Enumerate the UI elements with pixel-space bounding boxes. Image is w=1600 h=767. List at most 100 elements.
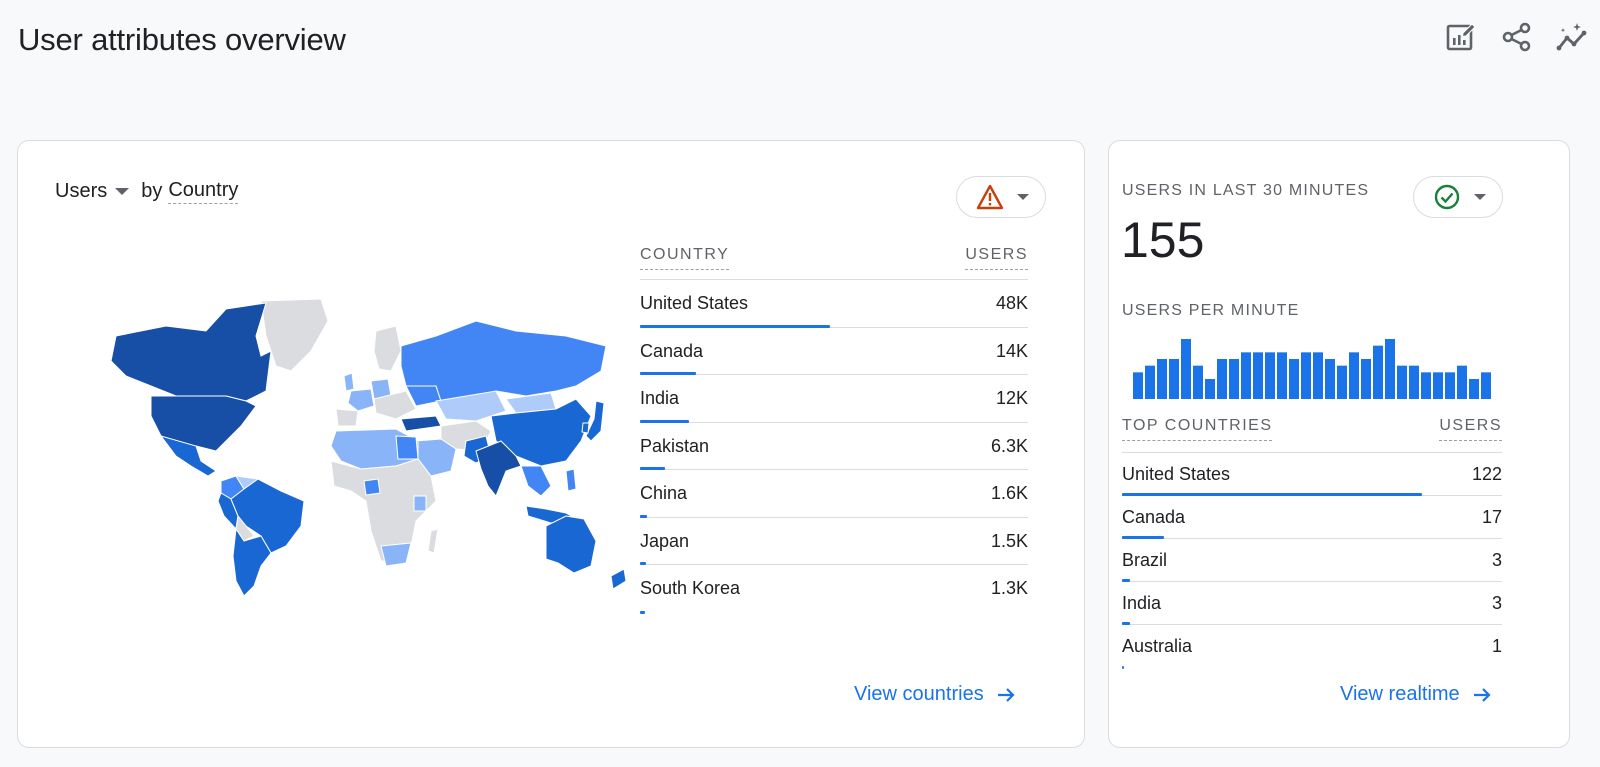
chart-bar[interactable] [1445,372,1455,399]
user-count: 1.6K [990,483,1028,503]
user-count: 1.5K [990,530,1028,551]
chart-bar[interactable] [1457,365,1467,399]
by-label: by [141,180,163,202]
column-header-users[interactable]: USERS [965,246,1028,270]
chart-bar[interactable] [1313,352,1323,399]
table-row[interactable]: Canada 14K [640,328,1028,375]
table-row[interactable]: Pakistan 6.3K [640,423,1028,470]
country-name: Brazil [1122,550,1168,570]
users-per-minute-label: USERS PER MINUTE [1122,302,1300,319]
country-name: China [640,483,688,503]
realtime-user-count: 155 [1121,212,1205,268]
country-name: Canada [640,340,704,361]
column-header-top-countries[interactable]: TOP COUNTRIES [1122,417,1273,441]
table-row[interactable]: Canada 17 [1122,496,1502,539]
realtime-label: USERS IN LAST 30 MINUTES [1122,182,1370,199]
chart-bar[interactable] [1349,352,1359,399]
chart-bar[interactable] [1241,352,1251,399]
world-map [110,298,627,597]
table-row[interactable]: China 1.6K [640,470,1028,518]
chart-bar[interactable] [1253,352,1263,399]
chart-bar[interactable] [1145,365,1155,399]
column-header-users[interactable]: USERS [1439,417,1502,441]
chart-bar[interactable] [1469,379,1479,399]
table-row[interactable]: Japan 1.5K [640,518,1028,565]
chart-bar[interactable] [1409,365,1419,399]
chart-bar[interactable] [1205,379,1215,399]
share-button[interactable] [1500,20,1534,54]
chart-bar[interactable] [1421,372,1431,399]
chart-bar[interactable] [1289,359,1299,399]
top-countries-table: TOP COUNTRIES USERS United States 122 Cana… [1122,417,1502,669]
map-region-egypt [395,435,419,460]
table-header: TOP COUNTRIES USERS [1122,417,1502,453]
data-quality-button[interactable] [1413,176,1503,218]
chart-bar[interactable] [1481,372,1491,399]
chart-bar[interactable] [1397,365,1407,399]
map-region-south-africa [380,542,412,567]
check-circle-icon [1434,184,1459,210]
page-title: User attributes overview [18,22,346,57]
chart-bar[interactable] [1301,352,1311,399]
chart-bar[interactable] [1169,359,1179,399]
table-row[interactable]: Brazil 3 [1122,539,1502,582]
insights-button[interactable] [1556,20,1590,54]
chart-bar[interactable] [1217,359,1227,399]
user-count: 122 [1471,464,1502,484]
view-countries-label: View countries [854,683,984,705]
table-row[interactable]: India 12K [640,375,1028,423]
table-row[interactable]: United States 122 [1122,453,1502,496]
chart-bar[interactable] [1361,359,1371,399]
customize-report-button[interactable] [1444,20,1478,54]
chart-bar[interactable] [1157,359,1167,399]
chart-bar[interactable] [1373,345,1383,399]
chart-bar[interactable] [1385,339,1395,399]
user-count: 1.3K [990,578,1028,598]
map-region-new-zealand [610,568,627,590]
share-icon [1502,22,1531,52]
card-header: Users by Country [55,179,239,204]
country-name: India [1122,593,1162,613]
map-region-nigeria [363,478,381,496]
user-count: 1 [1491,636,1502,656]
chart-bar[interactable] [1133,372,1143,399]
table-row[interactable]: United States 48K [640,280,1028,328]
header-actions [1444,20,1590,54]
caret-down-icon [1473,194,1486,200]
user-count: 14K [995,340,1028,361]
map-region-greenland [260,298,329,372]
table-row[interactable]: Australia 1 [1122,625,1502,669]
table-row[interactable]: South Korea 1.3K [640,565,1028,614]
country-name: Australia [1122,636,1193,656]
country-table: COUNTRY USERS United States 48K Canada 14K I… [640,246,1028,614]
metric-selector[interactable]: Users [55,180,141,203]
user-count: 12K [995,388,1028,408]
chart-bar[interactable] [1433,372,1443,399]
table-row[interactable]: India 3 [1122,582,1502,625]
users-per-minute-chart [1133,339,1491,399]
warning-icon [976,184,1003,210]
chart-bar[interactable] [1229,359,1239,399]
column-header-country[interactable]: COUNTRY [640,246,730,270]
user-count: 17 [1481,507,1502,527]
chart-bar[interactable] [1337,365,1347,399]
arrow-right-icon [1473,687,1491,702]
map-region-spain [335,408,359,427]
chart-bar[interactable] [1277,352,1287,399]
data-quality-button[interactable] [956,176,1046,218]
chart-bar[interactable] [1265,352,1275,399]
map-region-scandinavia [373,325,402,372]
chart-bar[interactable] [1325,359,1335,399]
insights-icon [1556,23,1587,51]
chart-bar[interactable] [1181,339,1191,399]
share-bar [1122,666,1125,669]
view-realtime-link[interactable]: View realtime [1340,683,1492,706]
dimension-selector[interactable]: Country [168,179,239,204]
map-region-philippines [565,468,577,492]
country-name: Canada [1122,507,1186,527]
view-countries-link[interactable]: View countries [854,683,1016,706]
share-bar [640,610,646,614]
caret-down-icon [115,188,130,195]
chart-bar[interactable] [1193,365,1203,399]
country-name: United States [640,293,749,313]
